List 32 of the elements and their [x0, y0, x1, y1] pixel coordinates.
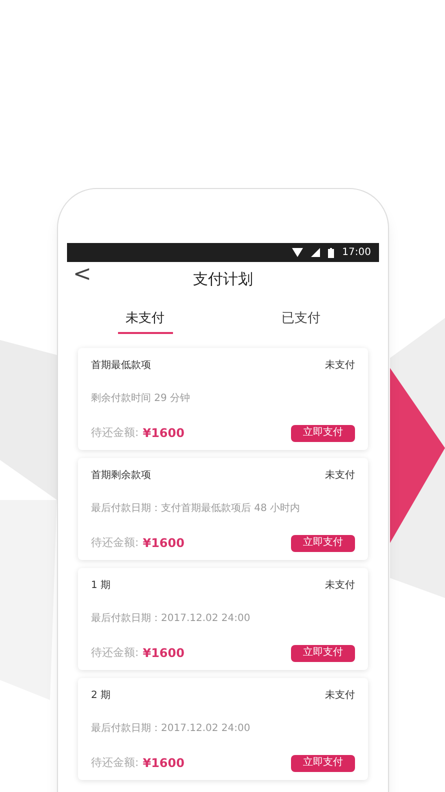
- payment-status: 未支付: [325, 578, 355, 593]
- payment-detail: 最后付款日期：2017.12.02 24:00: [91, 612, 252, 626]
- page-title: 支付计划: [193, 268, 253, 290]
- amount-label: 待还金额:: [91, 534, 139, 551]
- payment-status: 未支付: [325, 358, 355, 373]
- status-time: 17:00: [342, 246, 371, 260]
- payment-status: 未支付: [325, 468, 355, 483]
- pay-button[interactable]: 立即支付: [291, 644, 355, 662]
- amount-value: ¥1600: [142, 425, 184, 442]
- payment-detail: 剩余付款时间 29 分钟: [91, 392, 192, 406]
- amount-value: ¥1600: [142, 755, 184, 772]
- amount-value: ¥1600: [142, 645, 184, 662]
- tab[interactable]: 已支付: [274, 306, 328, 334]
- signal-icon: [311, 248, 320, 257]
- pay-button[interactable]: 立即支付: [291, 534, 355, 552]
- wifi-icon: [292, 248, 304, 257]
- payment-status: 未支付: [325, 688, 355, 703]
- pay-button[interactable]: 立即支付: [291, 424, 355, 442]
- pay-button[interactable]: 立即支付: [291, 754, 355, 772]
- amount-label: 待还金额:: [91, 424, 139, 441]
- amount-value: ¥1600: [142, 535, 184, 552]
- payment-detail: 最后付款日期：支付首期最低款项后 48 小时内: [91, 502, 302, 516]
- battery-icon: [328, 248, 334, 258]
- payment-detail: 最后付款日期：2017.12.02 24:00: [91, 722, 252, 736]
- item-title: 2 期: [91, 688, 111, 703]
- amount-label: 待还金额:: [91, 644, 139, 661]
- back-button[interactable]: <: [73, 264, 92, 286]
- tab[interactable]: 未支付: [118, 306, 172, 334]
- item-title: 首期剩余款项: [91, 468, 151, 483]
- amount-label: 待还金额:: [91, 754, 139, 771]
- item-title: 首期最低款项: [91, 358, 151, 373]
- item-title: 1 期: [91, 578, 111, 593]
